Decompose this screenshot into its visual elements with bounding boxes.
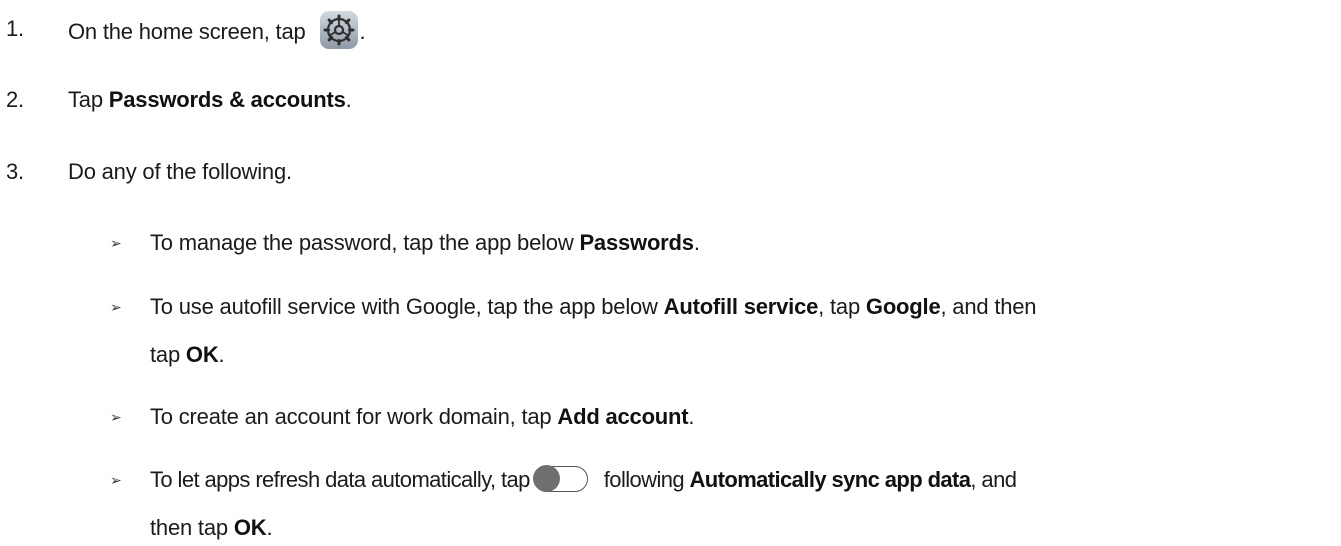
sub-step-text: To manage the password, tap the app belo… [150, 230, 700, 255]
sub-step-text: To let apps refresh data automatically, … [150, 465, 1017, 493]
sub-step-text: then tap OK. [150, 515, 273, 540]
step-number: 3. [6, 159, 24, 184]
arrow-bullet-icon: ➢ [110, 235, 122, 251]
step-text: On the home screen, tap . [68, 11, 366, 52]
ui-term: Passwords & accounts [108, 87, 346, 112]
arrow-bullet-icon: ➢ [110, 299, 122, 315]
arrow-bullet-icon: ➢ [110, 472, 122, 488]
ui-term: Add account [557, 404, 689, 429]
step-number: 2. [6, 87, 24, 112]
sub-step-text: To use autofill service with Google, tap… [150, 294, 1037, 319]
toggle-switch-off-icon [532, 465, 588, 493]
sub-step-text: tap OK. [150, 342, 225, 367]
ui-term: Autofill service [663, 294, 819, 319]
sub-step-text: To create an account for work domain, ta… [150, 404, 695, 429]
ui-term: OK [185, 342, 219, 367]
step-text: Tap Passwords & accounts. [68, 87, 352, 112]
toggle-knob [532, 465, 560, 493]
arrow-bullet-icon: ➢ [110, 409, 122, 425]
ui-term: Google [865, 294, 941, 319]
step-text: Do any of the following. [68, 159, 292, 184]
settings-gear-icon [319, 11, 358, 49]
step-number: 1. [6, 16, 24, 41]
ui-term: OK [233, 515, 267, 540]
ui-term: Automatically sync app data [689, 467, 971, 492]
ui-term: Passwords [579, 230, 694, 255]
